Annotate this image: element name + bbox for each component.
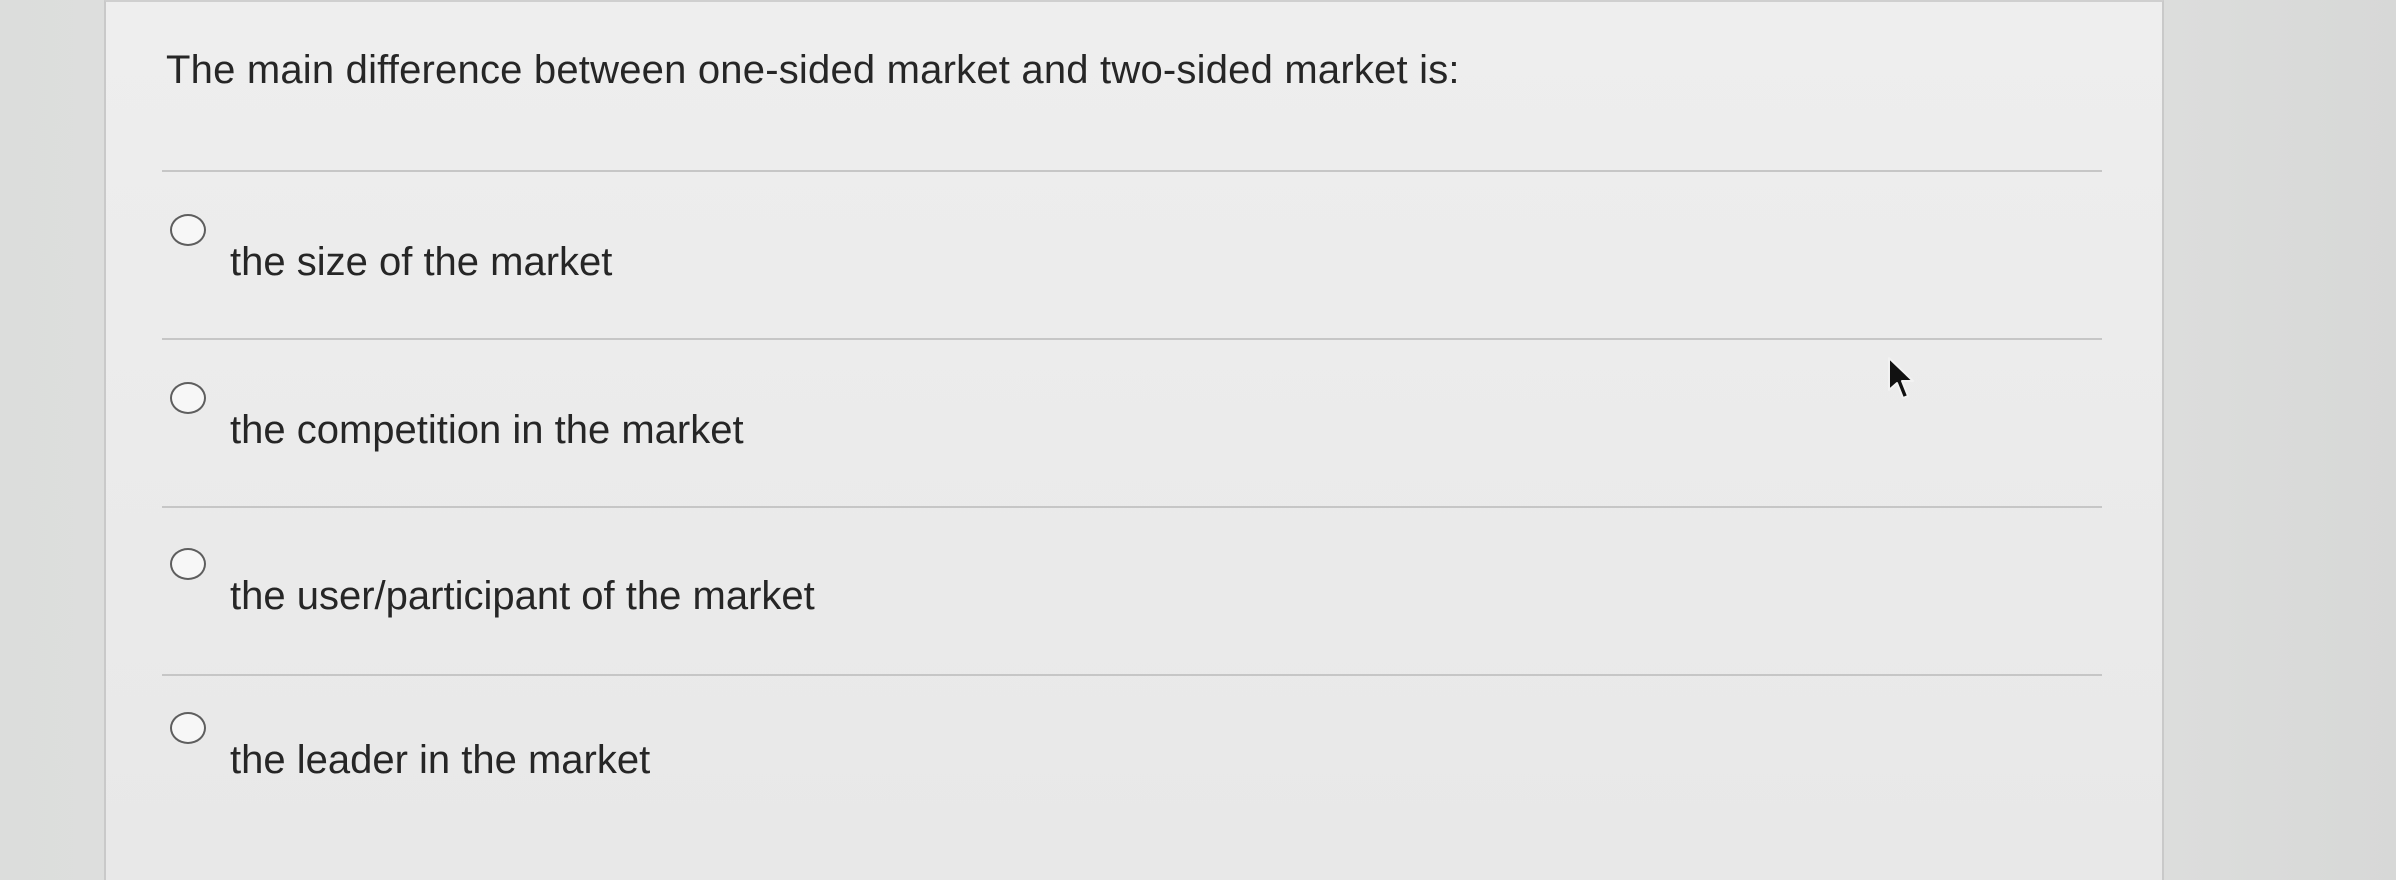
radio-button-icon[interactable] [170, 548, 206, 580]
mouse-pointer-icon [1888, 357, 1914, 399]
answer-option-label[interactable]: the user/participant of the market [230, 574, 815, 619]
answer-option-label[interactable]: the size of the market [230, 240, 612, 285]
answer-option-3[interactable]: the user/participant of the market [170, 548, 1770, 638]
radio-button-icon[interactable] [170, 712, 206, 744]
question-prompt: The main difference between one-sided ma… [166, 48, 1460, 92]
answer-option-1[interactable]: the size of the market [170, 214, 1770, 304]
divider [162, 170, 2102, 172]
answer-option-4[interactable]: the leader in the market [170, 712, 1770, 802]
quiz-question-card: The main difference between one-sided ma… [104, 0, 2164, 880]
answer-option-label[interactable]: the leader in the market [230, 738, 650, 783]
answer-option-label[interactable]: the competition in the market [230, 408, 744, 453]
divider [162, 674, 2102, 676]
screen-background: The main difference between one-sided ma… [0, 0, 2396, 880]
divider [162, 338, 2102, 340]
radio-button-icon[interactable] [170, 214, 206, 246]
divider [162, 506, 2102, 508]
radio-button-icon[interactable] [170, 382, 206, 414]
answer-option-2[interactable]: the competition in the market [170, 382, 1770, 472]
